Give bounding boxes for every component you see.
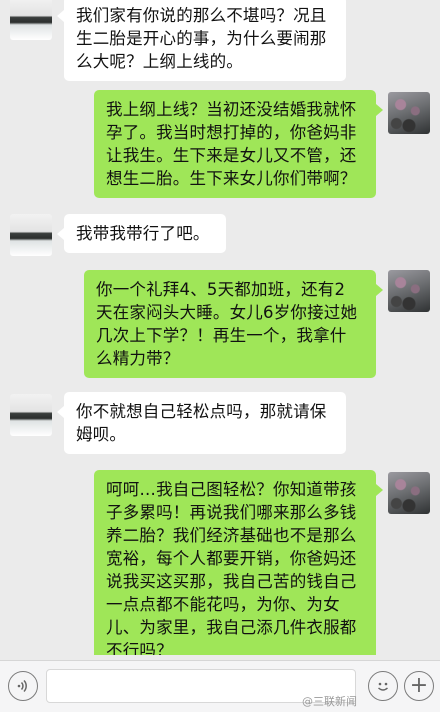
message-text-line: 子多累吗！再说我们哪来那么多钱: [106, 503, 357, 522]
input-bar: +: [0, 660, 440, 712]
message-text-line: 养二胎？我们经济基础也不是那么: [106, 526, 357, 545]
my-avatar[interactable]: [388, 92, 430, 134]
watermark: @三联新闻: [302, 695, 357, 708]
message-text-line: 天在家闷头大睡。女儿6岁你接过她: [96, 303, 358, 322]
message-text-line: 姆呗。: [76, 425, 127, 444]
message-text-line: 说我买这买那，我自己苦的钱自己: [106, 572, 357, 591]
message-text-line: 宽裕，每个人都要开销，你爸妈还: [106, 549, 357, 568]
plus-icon[interactable]: +: [404, 671, 434, 701]
message-bubble[interactable]: 我们家有你说的那么不堪吗？况且 生二胎是开心的事，为什么要闹那 么大呢？上纲上线…: [57, 0, 346, 81]
message-text-line: 么大呢？上纲上线的。: [76, 52, 243, 71]
contact-avatar[interactable]: [10, 0, 52, 40]
contact-avatar[interactable]: [10, 214, 52, 256]
message-text-line: 不行吗？: [106, 641, 173, 655]
message-text-line: 呵呵…我自己图轻松？你知道带孩: [106, 480, 357, 499]
voice-icon[interactable]: [8, 671, 38, 701]
emoji-icon[interactable]: [368, 671, 398, 701]
message-text-line: 我带我带行了吧。: [76, 224, 210, 243]
message-text-line: 让我生。生下来是女儿又不管，还: [106, 146, 357, 165]
message-bubble[interactable]: 你一个礼拜4、5天都加班，还有2 天在家闷头大睡。女儿6岁你接过她 几次上下学？…: [84, 270, 383, 378]
chat-area: 我们家有你说的那么不堪吗？况且 生二胎是开心的事，为什么要闹那 么大呢？上纲上线…: [0, 0, 440, 655]
message-bubble[interactable]: 我带我带行了吧。: [57, 214, 226, 253]
message-text-line: 想生二胎。生下来女儿你们带啊？: [106, 169, 357, 188]
message-text-line: 么精力带？: [96, 349, 180, 368]
voice-icon-glyph: [17, 679, 27, 693]
message-text-line: 我们家有你说的那么不堪吗？况且: [76, 6, 327, 25]
message-bubble[interactable]: 呵呵…我自己图轻松？你知道带孩 子多累吗！再说我们哪来那么多钱 养二胎？我们经济…: [94, 470, 383, 655]
emoji-icon-glyph: [378, 682, 388, 691]
my-avatar[interactable]: [388, 270, 430, 312]
message-text-line: 一点点都不能花吗，为你、为女: [106, 595, 340, 614]
message-text-line: 孕了。我当时想打掉的，你爸妈非: [106, 123, 357, 142]
my-avatar[interactable]: [388, 472, 430, 514]
message-text-line: 你一个礼拜4、5天都加班，还有2: [96, 280, 346, 299]
plus-glyph: +: [409, 673, 429, 698]
message-text-line: 我上纲上线？当初还没结婚我就怀: [106, 100, 357, 119]
message-text-line: 儿、为家里，我自己添几件衣服都: [106, 618, 357, 637]
message-bubble[interactable]: 我上纲上线？当初还没结婚我就怀 孕了。我当时想打掉的，你爸妈非 让我生。生下来是…: [94, 90, 383, 198]
message-text-line: 几次上下学？！再生一个，我拿什: [96, 326, 347, 345]
message-text-line: 你不就想自己轻松点吗，那就请保: [76, 402, 327, 421]
message-text-line: 生二胎是开心的事，为什么要闹那: [76, 29, 327, 48]
contact-avatar[interactable]: [10, 394, 52, 436]
message-bubble[interactable]: 你不就想自己轻松点吗，那就请保 姆呗。: [57, 392, 346, 454]
